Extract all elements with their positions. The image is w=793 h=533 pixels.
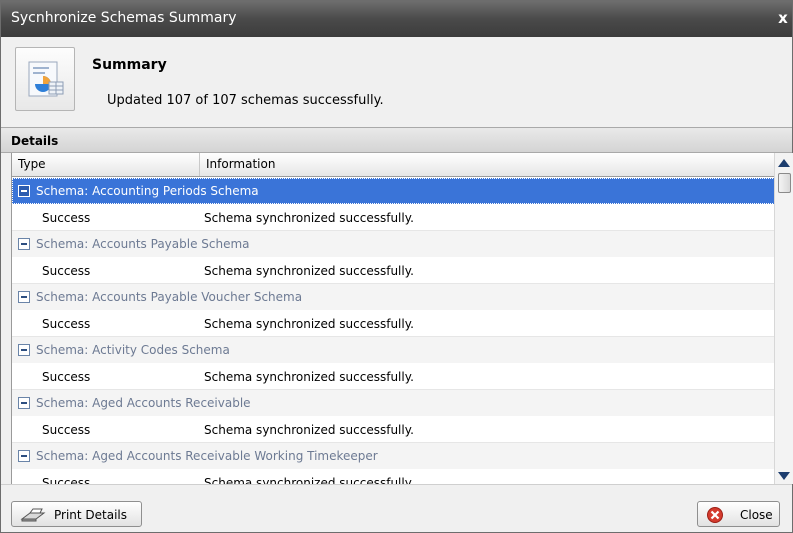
cell-type: Success [42,370,91,384]
group-label: Schema: Aged Accounts Receivable Working… [36,449,378,463]
cell-type: Success [42,423,91,437]
group-label: Schema: Aged Accounts Receivable [36,396,251,410]
collapse-icon[interactable] [18,238,30,250]
dialog-footer: Print Details Close [1,484,792,532]
cell-type: Success [42,264,91,278]
grid-rows: Schema: Accounting Periods Schema Succes… [12,178,775,484]
scroll-up-icon[interactable] [778,159,790,167]
close-icon[interactable]: x [776,9,790,27]
group-row[interactable]: Schema: Accounting Periods Schema [12,178,775,205]
cell-type: Success [42,476,91,484]
table-row[interactable]: Success Schema synchronized successfully… [12,417,775,443]
collapse-icon[interactable] [18,185,30,197]
group-row[interactable]: Schema: Aged Accounts Receivable Working… [12,443,775,470]
close-button[interactable]: Close [697,501,780,527]
column-header-information[interactable]: Information [200,153,775,176]
vertical-scrollbar[interactable] [774,153,793,484]
scroll-thumb[interactable] [778,173,791,193]
table-row[interactable]: Success Schema synchronized successfully… [12,311,775,337]
collapse-icon[interactable] [18,397,30,409]
summary-heading: Summary [92,57,167,73]
group-label: Schema: Activity Codes Schema [36,343,230,357]
table-row[interactable]: Success Schema synchronized successfully… [12,258,775,284]
group-row[interactable]: Schema: Activity Codes Schema [12,337,775,364]
scroll-down-icon[interactable] [778,472,790,480]
close-label: Close [740,508,773,522]
table-row[interactable]: Success Schema synchronized successfully… [12,205,775,231]
cell-type: Success [42,211,91,225]
column-header-type[interactable]: Type [12,153,200,176]
details-grid[interactable]: Type Information Schema: Accounting Peri… [11,153,793,484]
group-label: Schema: Accounts Payable Schema [36,237,250,251]
collapse-icon[interactable] [18,344,30,356]
print-details-label: Print Details [54,508,128,522]
details-label: Details [11,134,59,148]
printer-icon [20,507,46,526]
group-label: Schema: Accounts Payable Voucher Schema [36,290,303,304]
print-details-button[interactable]: Print Details [11,501,142,527]
cell-information: Schema synchronized successfully. [204,423,414,437]
cell-type: Success [42,317,91,331]
group-label: Schema: Accounting Periods Schema [36,184,259,198]
sync-summary-window: Sycnhronize Schemas Summary x Summary Up… [0,0,793,533]
cell-information: Schema synchronized successfully. [204,211,414,225]
group-row[interactable]: Schema: Aged Accounts Receivable [12,390,775,417]
table-row[interactable]: Success Schema synchronized successfully… [12,470,775,484]
collapse-icon[interactable] [18,450,30,462]
summary-report-icon [15,47,75,111]
cell-information: Schema synchronized successfully. [204,264,414,278]
window-title: Sycnhronize Schemas Summary [11,10,237,26]
collapse-icon[interactable] [18,291,30,303]
details-section-header: Details [1,127,792,153]
cell-information: Schema synchronized successfully. [204,370,414,384]
title-bar[interactable]: Sycnhronize Schemas Summary x [1,1,792,37]
summary-panel: Summary Updated 107 of 107 schemas succe… [1,37,792,127]
group-row[interactable]: Schema: Accounts Payable Schema [12,231,775,258]
table-row[interactable]: Success Schema synchronized successfully… [12,364,775,390]
cell-information: Schema synchronized successfully. [204,476,414,484]
group-row[interactable]: Schema: Accounts Payable Voucher Schema [12,284,775,311]
summary-message: Updated 107 of 107 schemas successfully. [107,93,384,108]
grid-header: Type Information [12,153,775,177]
cell-information: Schema synchronized successfully. [204,317,414,331]
close-circle-icon [706,507,724,528]
